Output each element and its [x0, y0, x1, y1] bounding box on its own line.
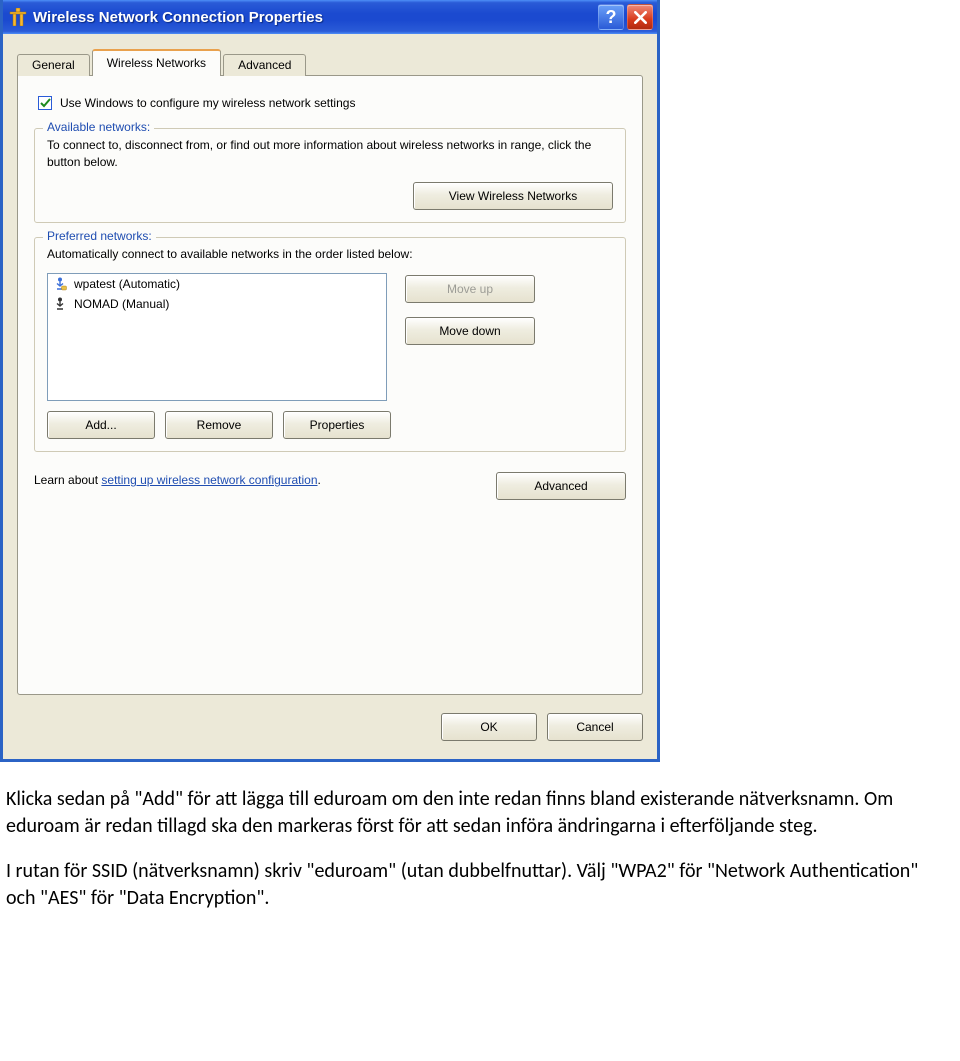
- properties-button[interactable]: Properties: [283, 411, 391, 439]
- move-down-button[interactable]: Move down: [405, 317, 535, 345]
- tab-panel-wireless-networks: Use Windows to configure my wireless net…: [17, 75, 643, 695]
- advanced-button[interactable]: Advanced: [496, 472, 626, 500]
- preferred-networks-list[interactable]: wpatest (Automatic) NO: [47, 273, 387, 401]
- use-windows-label: Use Windows to configure my wireless net…: [60, 96, 355, 110]
- tab-general[interactable]: General: [17, 54, 90, 76]
- move-up-button[interactable]: Move up: [405, 275, 535, 303]
- ok-button[interactable]: OK: [441, 713, 537, 741]
- instruction-paragraph-2: I rutan för SSID (nätverksnamn) skriv "e…: [6, 858, 926, 912]
- tab-strip: General Wireless Networks Advanced: [17, 49, 643, 76]
- window-body: General Wireless Networks Advanced Use W…: [3, 34, 657, 759]
- use-windows-checkbox-row: Use Windows to configure my wireless net…: [38, 96, 626, 110]
- preferred-networks-legend: Preferred networks:: [43, 229, 156, 243]
- app-icon: [9, 8, 27, 26]
- list-item[interactable]: NOMAD (Manual): [48, 294, 386, 314]
- remove-button[interactable]: Remove: [165, 411, 273, 439]
- close-button[interactable]: [627, 4, 653, 30]
- setup-wireless-link[interactable]: setting up wireless network configuratio…: [101, 473, 317, 487]
- preferred-networks-group: Preferred networks: Automatically connec…: [34, 237, 626, 452]
- help-button[interactable]: ?: [598, 4, 624, 30]
- xp-window: Wireless Network Connection Properties ?…: [0, 0, 660, 762]
- check-icon: [40, 98, 51, 109]
- titlebar[interactable]: Wireless Network Connection Properties ?: [3, 0, 657, 34]
- network-icon: [52, 296, 68, 312]
- view-wireless-networks-button[interactable]: View Wireless Networks: [413, 182, 613, 210]
- window-title: Wireless Network Connection Properties: [33, 9, 595, 26]
- available-networks-group: Available networks: To connect to, disco…: [34, 128, 626, 223]
- list-item[interactable]: wpatest (Automatic): [48, 274, 386, 294]
- preferred-networks-text: Automatically connect to available netwo…: [47, 246, 613, 263]
- network-secure-icon: [52, 276, 68, 292]
- list-item-label: wpatest (Automatic): [74, 277, 180, 291]
- instruction-paragraph-1: Klicka sedan på "Add" för att lägga till…: [6, 786, 926, 840]
- available-networks-text: To connect to, disconnect from, or find …: [47, 137, 613, 172]
- list-item-label: NOMAD (Manual): [74, 297, 169, 311]
- available-networks-legend: Available networks:: [43, 120, 154, 134]
- cancel-button[interactable]: Cancel: [547, 713, 643, 741]
- tab-advanced[interactable]: Advanced: [223, 54, 306, 76]
- tab-wireless-networks[interactable]: Wireless Networks: [92, 49, 221, 76]
- learn-text: Learn about setting up wireless network …: [34, 472, 321, 489]
- add-button[interactable]: Add...: [47, 411, 155, 439]
- use-windows-checkbox[interactable]: [38, 96, 52, 110]
